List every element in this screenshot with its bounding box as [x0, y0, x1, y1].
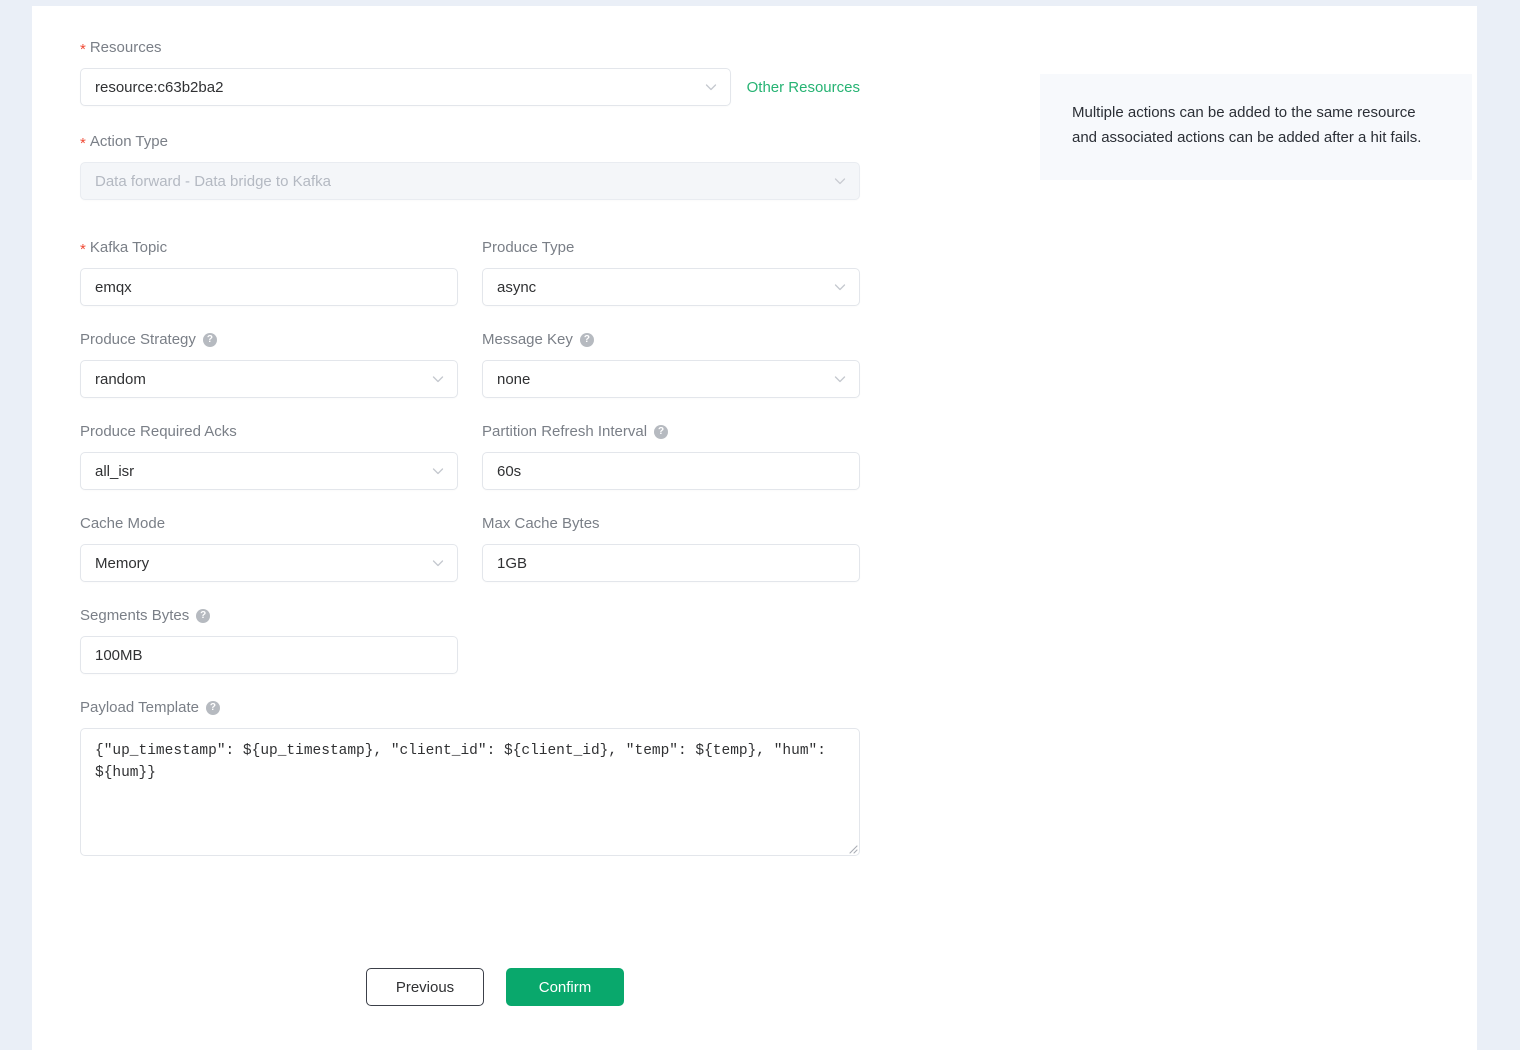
label-max-cache-bytes-text: Max Cache Bytes: [482, 515, 600, 532]
help-icon[interactable]: ?: [202, 333, 217, 347]
field-resources: * Resources resource:c63b2ba2 Other Reso…: [80, 38, 860, 106]
previous-button[interactable]: Previous: [366, 968, 484, 1006]
form-card: Multiple actions can be added to the sam…: [32, 6, 1477, 1050]
field-produce-required-acks: Produce Required Acks all_isr: [80, 422, 458, 490]
confirm-button[interactable]: Confirm: [506, 968, 624, 1006]
field-max-cache-bytes: Max Cache Bytes 1GB: [482, 514, 860, 582]
field-cache-mode: Cache Mode Memory: [80, 514, 458, 582]
label-payload-template: Payload Template ?: [80, 698, 860, 718]
cache-mode-select[interactable]: Memory: [80, 544, 458, 582]
action-type-select[interactable]: Data forward - Data bridge to Kafka: [80, 162, 860, 200]
field-action-type: * Action Type Data forward - Data bridge…: [80, 132, 860, 200]
cache-mode-value: Memory: [95, 554, 150, 572]
produce-required-acks-select[interactable]: all_isr: [80, 452, 458, 490]
payload-template-textarea[interactable]: {"up_timestamp": ${up_timestamp}, "clien…: [80, 728, 860, 856]
label-kafka-topic: * Kafka Topic: [80, 238, 458, 258]
label-payload-template-text: Payload Template: [80, 699, 199, 716]
max-cache-bytes-input[interactable]: 1GB: [482, 544, 860, 582]
help-icon[interactable]: ?: [196, 609, 211, 623]
other-resources-link[interactable]: Other Resources: [747, 79, 860, 96]
label-produce-strategy: Produce Strategy ?: [80, 330, 458, 350]
label-kafka-topic-text: Kafka Topic: [89, 239, 168, 256]
help-icon[interactable]: ?: [205, 701, 220, 715]
label-produce-strategy-text: Produce Strategy: [80, 331, 196, 348]
page-root: Multiple actions can be added to the sam…: [0, 0, 1520, 1050]
field-produce-type: Produce Type async: [482, 238, 860, 306]
label-produce-required-acks-text: Produce Required Acks: [80, 423, 237, 440]
field-partition-refresh-interval: Partition Refresh Interval ? 60s: [482, 422, 860, 490]
produce-required-acks-value: all_isr: [95, 462, 135, 480]
resources-value: resource:c63b2ba2: [95, 78, 224, 96]
chevron-down-icon: [431, 372, 445, 386]
chevron-down-icon: [833, 372, 847, 386]
label-partition-refresh-interval-text: Partition Refresh Interval: [482, 423, 648, 440]
kafka-topic-value: emqx: [95, 278, 132, 296]
form-row-3: Produce Required Acks all_isr Partition …: [80, 422, 910, 490]
field-message-key: Message Key ? none: [482, 330, 860, 398]
label-produce-required-acks: Produce Required Acks: [80, 422, 458, 442]
resources-row: resource:c63b2ba2 Other Resources: [80, 68, 860, 106]
action-type-value: Data forward - Data bridge to Kafka: [95, 172, 331, 190]
field-payload-template: Payload Template ? {"up_timestamp": ${up…: [80, 698, 860, 856]
chevron-down-icon: [704, 80, 718, 94]
label-resources: * Resources: [80, 38, 860, 58]
segments-bytes-input[interactable]: 100MB: [80, 636, 458, 674]
chevron-down-icon: [431, 556, 445, 570]
produce-strategy-select[interactable]: random: [80, 360, 458, 398]
partition-refresh-interval-value: 60s: [497, 462, 522, 480]
form-row-2: Produce Strategy ? random Message Key ?: [80, 330, 910, 398]
action-form: * Resources resource:c63b2ba2 Other Reso…: [80, 38, 910, 856]
label-segments-bytes-text: Segments Bytes: [80, 607, 190, 624]
form-row-4: Cache Mode Memory Max Cache Bytes 1GB: [80, 514, 910, 582]
help-icon[interactable]: ?: [654, 425, 669, 439]
help-icon[interactable]: ?: [579, 333, 594, 347]
required-asterisk-resources: *: [80, 41, 86, 58]
form-row-5: Segments Bytes ? 100MB: [80, 606, 910, 674]
payload-template-holder: {"up_timestamp": ${up_timestamp}, "clien…: [80, 728, 860, 856]
produce-strategy-value: random: [95, 370, 146, 388]
message-key-value: none: [497, 370, 531, 388]
chevron-down-icon: [431, 464, 445, 478]
label-message-key-text: Message Key: [482, 331, 573, 348]
required-asterisk-action-type: *: [80, 135, 86, 152]
chevron-down-icon: [833, 280, 847, 294]
info-panel-text: Multiple actions can be added to the sam…: [1072, 104, 1422, 146]
produce-type-select[interactable]: async: [482, 268, 860, 306]
label-resources-text: Resources: [89, 39, 162, 56]
max-cache-bytes-value: 1GB: [497, 554, 528, 572]
label-cache-mode-text: Cache Mode: [80, 515, 166, 532]
label-segments-bytes: Segments Bytes ?: [80, 606, 458, 626]
field-segments-bytes: Segments Bytes ? 100MB: [80, 606, 458, 674]
info-panel: Multiple actions can be added to the sam…: [1040, 74, 1472, 180]
field-kafka-topic: * Kafka Topic emqx: [80, 238, 458, 306]
kafka-topic-input[interactable]: emqx: [80, 268, 458, 306]
segments-bytes-value: 100MB: [95, 646, 143, 664]
label-produce-type-text: Produce Type: [482, 239, 575, 256]
form-footer: Previous Confirm: [80, 968, 910, 1006]
produce-type-value: async: [497, 278, 537, 296]
label-partition-refresh-interval: Partition Refresh Interval ?: [482, 422, 860, 442]
message-key-select[interactable]: none: [482, 360, 860, 398]
resources-select[interactable]: resource:c63b2ba2: [80, 68, 731, 106]
form-row-1: * Kafka Topic emqx Produce Type async: [80, 238, 910, 306]
chevron-down-icon: [833, 174, 847, 188]
label-action-type-text: Action Type: [89, 133, 168, 150]
label-produce-type: Produce Type: [482, 238, 860, 258]
label-cache-mode: Cache Mode: [80, 514, 458, 534]
label-action-type: * Action Type: [80, 132, 860, 152]
label-max-cache-bytes: Max Cache Bytes: [482, 514, 860, 534]
label-message-key: Message Key ?: [482, 330, 860, 350]
field-produce-strategy: Produce Strategy ? random: [80, 330, 458, 398]
partition-refresh-interval-input[interactable]: 60s: [482, 452, 860, 490]
required-asterisk-kafka-topic: *: [80, 241, 86, 258]
